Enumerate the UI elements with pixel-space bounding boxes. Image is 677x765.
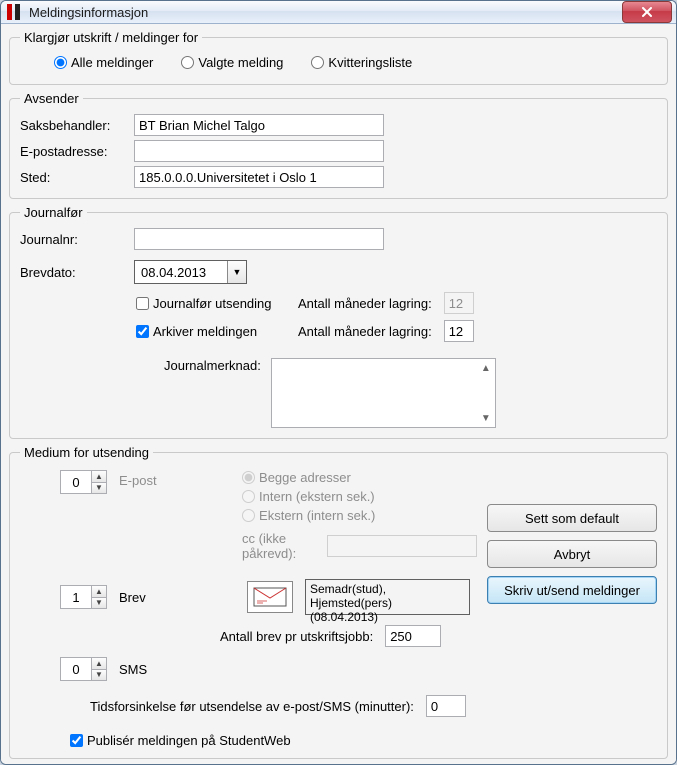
group-journal: Journalfør Journalnr: Brevdato: ▼ Journa… <box>9 205 668 439</box>
radio-intern-input <box>242 490 255 503</box>
check-arkiver[interactable]: Arkiver meldingen <box>136 324 286 339</box>
epost-label: E-postadresse: <box>20 144 128 159</box>
spin-down-icon[interactable]: ▼ <box>92 669 106 681</box>
radio-selected[interactable]: Valgte melding <box>181 55 283 70</box>
check-publiser[interactable]: Publisér meldingen på StudentWeb <box>70 733 291 748</box>
app-icon <box>7 4 23 20</box>
close-icon <box>642 7 652 17</box>
check-arkiver-label: Arkiver meldingen <box>153 324 257 339</box>
group-medium-legend: Medium for utsending <box>20 445 153 460</box>
window-title: Meldingsinformasjon <box>29 5 622 20</box>
antall-brev-field[interactable] <box>385 625 441 647</box>
client-area: Klargjør utskrift / meldinger for Alle m… <box>1 24 676 765</box>
sms-count-input[interactable] <box>61 658 91 680</box>
brev-count-input[interactable] <box>61 586 91 608</box>
antall-mnd-field[interactable] <box>444 320 474 342</box>
epost-field[interactable] <box>134 140 384 162</box>
epost-label: E-post <box>119 473 170 488</box>
radio-receipt-input[interactable] <box>311 56 324 69</box>
journalnr-label: Journalnr: <box>20 232 128 247</box>
spin-up-icon[interactable]: ▲ <box>92 658 106 669</box>
group-journal-legend: Journalfør <box>20 205 87 220</box>
radio-intern-label: Intern (ekstern sek.) <box>259 489 375 504</box>
antall-mnd-disabled <box>444 292 474 314</box>
cc-label: cc (ikke påkrevd): <box>242 531 321 561</box>
radio-begge: Begge adresser <box>242 470 477 485</box>
group-prepare: Klargjør utskrift / meldinger for Alle m… <box>9 30 668 85</box>
antall-brev-label: Antall brev pr utskriftsjobb: <box>220 629 373 644</box>
check-journalfor-utsending[interactable]: Journalfør utsending <box>136 296 286 311</box>
cc-field <box>327 535 477 557</box>
radio-all[interactable]: Alle meldinger <box>54 55 153 70</box>
letter-icon[interactable] <box>247 581 293 613</box>
radio-all-label: Alle meldinger <box>71 55 153 70</box>
check-journalfor-label: Journalfør utsending <box>153 296 272 311</box>
group-medium: Medium for utsending ▲▼ E-post Begge adr… <box>9 445 668 759</box>
antall-mnd-label-1: Antall måneder lagring: <box>298 296 432 311</box>
group-sender-legend: Avsender <box>20 91 83 106</box>
check-arkiver-input[interactable] <box>136 325 149 338</box>
antall-mnd-label-2: Antall måneder lagring: <box>298 324 432 339</box>
spin-down-icon[interactable]: ▼ <box>92 482 106 494</box>
titlebar: Meldingsinformasjon <box>1 1 676 24</box>
brevdato-field[interactable]: ▼ <box>134 260 247 284</box>
chevron-down-icon[interactable]: ▼ <box>227 261 246 283</box>
brev-address-line2: (08.04.2013) <box>310 610 465 624</box>
spin-up-icon[interactable]: ▲ <box>92 471 106 482</box>
sms-count-spinner[interactable]: ▲▼ <box>60 657 107 681</box>
close-button[interactable] <box>622 1 672 23</box>
saksbehandler-field[interactable] <box>134 114 384 136</box>
brev-address-line1: Semadr(stud), Hjemsted(pers) <box>310 582 465 610</box>
radio-ekstern: Ekstern (intern sek.) <box>242 508 477 523</box>
send-button[interactable]: Skriv ut/send meldinger <box>487 576 657 604</box>
spin-up-icon[interactable]: ▲ <box>92 586 106 597</box>
brev-count-spinner[interactable]: ▲▼ <box>60 585 107 609</box>
radio-ekstern-input <box>242 509 255 522</box>
radio-selected-label: Valgte melding <box>198 55 283 70</box>
radio-intern: Intern (ekstern sek.) <box>242 489 477 504</box>
epost-count-spinner[interactable]: ▲▼ <box>60 470 107 494</box>
brev-label: Brev <box>119 590 175 605</box>
window: Meldingsinformasjon Klargjør utskrift / … <box>0 0 677 765</box>
radio-receipt-label: Kvitteringsliste <box>328 55 412 70</box>
radio-ekstern-label: Ekstern (intern sek.) <box>259 508 375 523</box>
radio-all-input[interactable] <box>54 56 67 69</box>
journalnr-field[interactable] <box>134 228 384 250</box>
merknad-textarea[interactable]: ▲ ▼ <box>271 358 496 428</box>
epost-count-input[interactable] <box>61 471 91 493</box>
group-sender: Avsender Saksbehandler: E-postadresse: S… <box>9 91 668 199</box>
delay-field[interactable] <box>426 695 466 717</box>
radio-selected-input[interactable] <box>181 56 194 69</box>
radio-begge-input <box>242 471 255 484</box>
set-default-button[interactable]: Sett som default <box>487 504 657 532</box>
cancel-button[interactable]: Avbryt <box>487 540 657 568</box>
scroll-up-icon[interactable]: ▲ <box>479 361 493 375</box>
delay-label: Tidsforsinkelse før utsendelse av e-post… <box>90 699 414 714</box>
spin-down-icon[interactable]: ▼ <box>92 597 106 609</box>
check-journalfor-input[interactable] <box>136 297 149 310</box>
group-prepare-legend: Klargjør utskrift / meldinger for <box>20 30 202 45</box>
merknad-label: Journalmerknad: <box>164 358 261 428</box>
sms-label: SMS <box>119 662 147 677</box>
brevdato-label: Brevdato: <box>20 265 128 280</box>
brevdato-input[interactable] <box>135 261 227 283</box>
sted-label: Sted: <box>20 170 128 185</box>
saksbehandler-label: Saksbehandler: <box>20 118 128 133</box>
radio-receipt[interactable]: Kvitteringsliste <box>311 55 412 70</box>
radio-begge-label: Begge adresser <box>259 470 351 485</box>
scroll-down-icon[interactable]: ▼ <box>479 411 493 425</box>
check-publiser-label: Publisér meldingen på StudentWeb <box>87 733 291 748</box>
sted-field[interactable] <box>134 166 384 188</box>
brev-address-box[interactable]: Semadr(stud), Hjemsted(pers) (08.04.2013… <box>305 579 470 615</box>
check-publiser-input[interactable] <box>70 734 83 747</box>
